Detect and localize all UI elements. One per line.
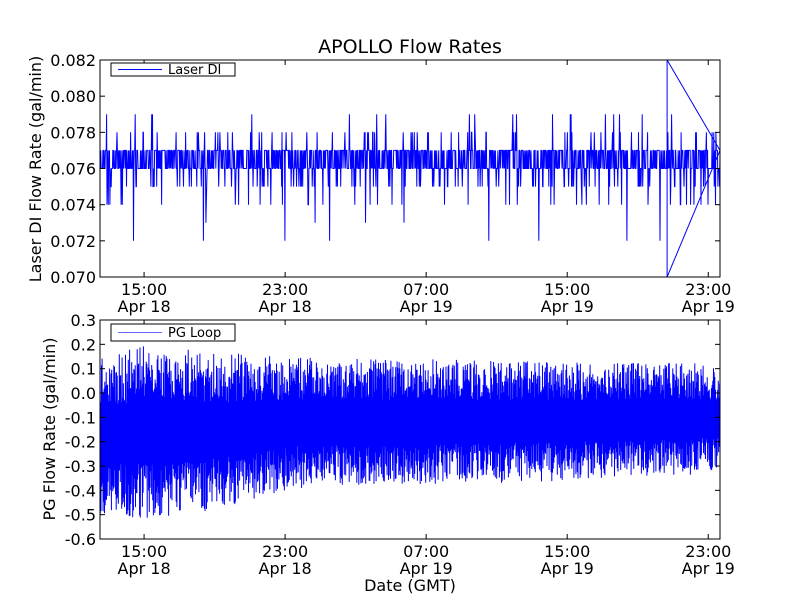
- laser-di-x-tick-date-label: Apr 18: [118, 297, 171, 316]
- laser-di-y-tick-label: 0.082: [50, 51, 96, 70]
- pg-loop-y-tick-label: -0.6: [65, 530, 96, 549]
- laser-di-x-tick-date-label: Apr 19: [400, 297, 453, 316]
- laser-di-y-tick-label: 0.076: [50, 160, 96, 179]
- figure: APOLLO Flow Rates 0.070 0.072 0.074 0.076 0.…: [0, 0, 800, 600]
- laser-di-legend: Laser DI: [110, 62, 236, 78]
- pg-loop-x-tick-date-label: Apr 18: [259, 559, 312, 578]
- pg-loop-legend-label: PG Loop: [168, 326, 221, 341]
- pg-loop-y-tick-label: -0.5: [65, 506, 96, 525]
- laser-di-y-tick-label: 0.078: [50, 123, 96, 142]
- pg-loop-x-tick-date-label: Apr 19: [541, 559, 594, 578]
- laser-di-y-tick-label: 0.072: [50, 232, 96, 251]
- laser-di-x-tick-date-label: Apr 19: [682, 297, 735, 316]
- chart-title: APOLLO Flow Rates: [318, 36, 502, 58]
- laser-di-legend-label: Laser DI: [168, 63, 221, 78]
- pg-loop-y-tick-label: -0.1: [65, 408, 96, 427]
- pg-loop-y-tick-label: 0.1: [71, 360, 96, 379]
- x-axis-label: Date (GMT): [364, 576, 456, 595]
- pg-loop-y-tick-label: -0.4: [65, 481, 96, 500]
- pg-loop-legend: PG Loop: [110, 323, 236, 342]
- pg-loop-y-tick-label: 0.2: [71, 335, 96, 354]
- laser-di-x-tick-date-label: Apr 18: [259, 297, 312, 316]
- pg-loop-y-tick-label: 0.0: [71, 384, 96, 403]
- pg-loop-y-axis-label: PG Flow Rate (gal/min): [40, 338, 59, 521]
- pg-loop-y-tick-label: 0.3: [71, 311, 96, 330]
- laser-di-x-tick-date-label: Apr 19: [541, 297, 594, 316]
- laser-di-y-tick-label: 0.074: [50, 196, 96, 215]
- laser-di-y-tick-label: 0.070: [50, 268, 96, 287]
- laser-di-y-axis-label: Laser DI Flow Rate (gal/min): [26, 56, 45, 283]
- pg-loop-x-tick-date-label: Apr 19: [682, 559, 735, 578]
- pg-loop-y-tick-label: -0.2: [65, 433, 96, 452]
- pg-loop-y-tick-label: -0.3: [65, 457, 96, 476]
- laser-di-y-tick-label: 0.080: [50, 87, 96, 106]
- pg-loop-x-tick-date-label: Apr 18: [118, 559, 171, 578]
